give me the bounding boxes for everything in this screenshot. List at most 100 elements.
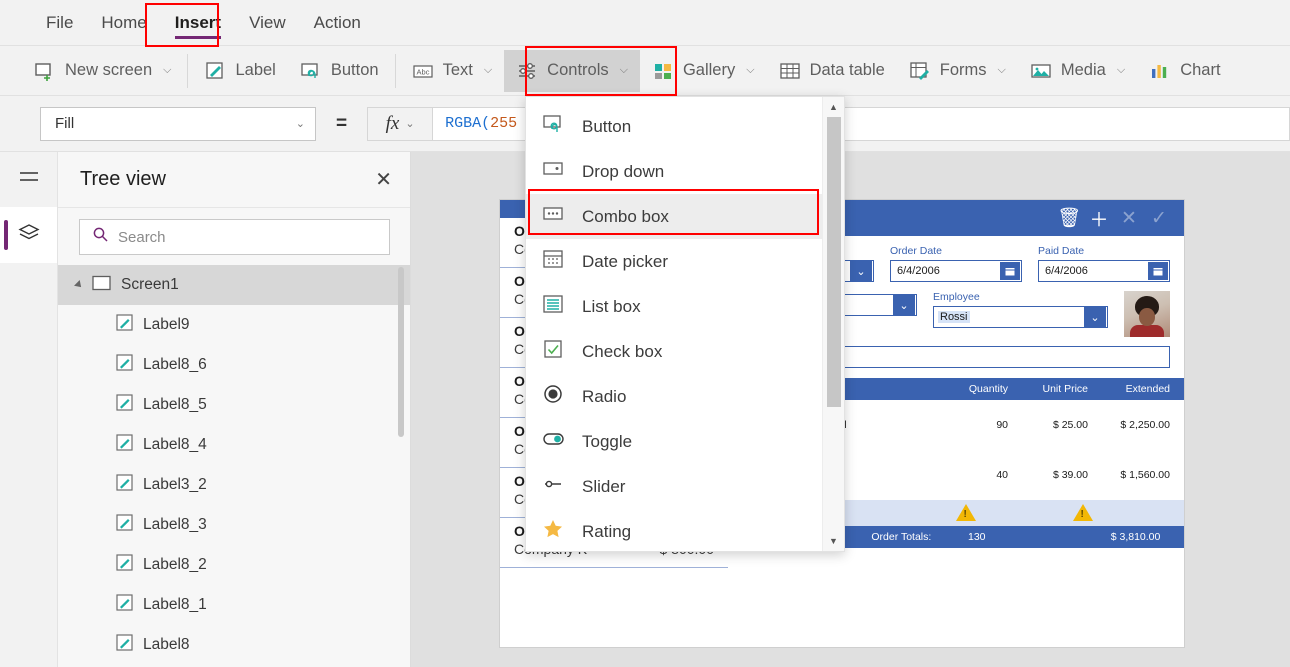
button-icon [300,60,322,82]
menu-item-date-picker[interactable]: Date picker [526,239,822,284]
chart-icon [1149,60,1171,82]
field-label: Paid Date [1038,245,1085,257]
tree-item-label9[interactable]: Label9 [58,305,410,345]
menu-item-radio[interactable]: Radio [526,374,822,419]
paid-date-input[interactable]: 6/4/2006 [1038,260,1170,282]
tree-item-label8-1[interactable]: Label8_1 [58,585,410,625]
totals-extended: $ 3,810.00 [1110,531,1161,543]
menu-item-check-box[interactable]: Check box [526,329,822,374]
tree-scrollbar[interactable] [398,267,404,437]
tree-item-label: Label8_2 [143,556,207,573]
scroll-up-icon[interactable]: ▲ [823,97,844,117]
label-icon [116,393,134,417]
menu-item-home[interactable]: Home [87,0,160,46]
tree-item-label8-2[interactable]: Label8_2 [58,545,410,585]
tree-item-label8-3[interactable]: Label8_3 [58,505,410,545]
order-date-input[interactable]: 6/4/2006 [890,260,1022,282]
menu-item-toggle[interactable]: Toggle [526,419,822,464]
field-label: Order Date [890,245,942,257]
chevron-down-icon[interactable]: ⌄ [1084,307,1106,327]
label-icon [116,353,134,377]
field-value: Rossi [938,311,970,323]
ribbon-button-button[interactable]: Button [288,50,391,92]
warning-icon: ! [1073,504,1093,521]
menu-item-label: Drop down [582,161,665,181]
screen-icon [92,275,112,296]
cancel-icon[interactable]: ✕ [1114,207,1144,230]
chevron-down-icon: ⌵ [746,64,755,76]
confirm-icon[interactable]: ✓ [1144,207,1174,230]
ribbon-divider [394,53,396,88]
menu-item-label: Date picker [582,251,668,271]
field-paid-date: Paid Date 6/4/2006 [1038,245,1170,282]
chevron-down-icon[interactable]: ⌄ [850,261,872,281]
ribbon-label-button[interactable]: Label [192,50,287,92]
ribbon-text-button[interactable]: Abc Text ⌵ [400,50,505,92]
search-wrapper: Search [58,208,410,265]
menu-item-combo-box[interactable]: Combo box [526,194,822,239]
menu-item-label: Toggle [582,431,633,451]
ribbon-data-table-button[interactable]: Data table [767,50,897,92]
chevron-down-icon[interactable] [74,280,84,290]
cell-quantity: 90 [996,419,1008,431]
search-input[interactable]: Search [79,219,390,255]
tree-item-label: Label8_1 [143,596,207,613]
left-rail [0,152,58,667]
radio-icon [542,383,566,410]
controls-menu-list: Button Drop down Combo box Date picker L… [526,97,822,551]
search-placeholder: Search [118,228,166,246]
scrollbar-thumb[interactable] [827,117,841,407]
tree-item-label8[interactable]: Label8 [58,625,410,665]
ribbon-new-screen-button[interactable]: New screen ⌵ [22,50,183,92]
ribbon-media-button[interactable]: Media ⌵ [1018,50,1137,92]
totals-quantity: 130 [968,531,986,543]
ribbon-controls-button[interactable]: Controls ⌵ [504,49,640,92]
scroll-down-icon[interactable]: ▼ [823,531,844,551]
menu-item-view[interactable]: View [235,0,300,46]
menu-item-action[interactable]: Action [300,0,375,46]
field-employee: Employee Rossi ⌄ [933,291,1108,337]
calendar-icon[interactable] [1148,262,1168,280]
fx-icon: fx [385,112,400,134]
checkbox-icon [542,338,566,365]
close-icon[interactable]: ✕ [375,170,392,190]
label-icon [116,633,134,657]
hamburger-menu-button[interactable] [0,152,57,207]
formula-number-token: 255 [490,115,518,132]
employee-dropdown[interactable]: Rossi ⌄ [933,306,1108,328]
menu-item-label: Button [582,116,632,136]
ribbon-chart-button[interactable]: Chart [1137,50,1232,92]
menu-item-label: Combo box [582,206,669,226]
menu-item-file[interactable]: File [32,0,87,46]
add-icon[interactable]: ＋ [1084,205,1114,232]
ribbon-media-label: Media [1060,61,1106,79]
label-icon [116,513,134,537]
menu-item-drop-down[interactable]: Drop down [526,149,822,194]
ribbon-gallery-button[interactable]: Gallery ⌵ [640,50,767,92]
tree-item-label8-6[interactable]: Label8_6 [58,345,410,385]
tree-item-screen1[interactable]: Screen1 [58,265,410,305]
menu-item-insert[interactable]: Insert [161,0,235,46]
tree-item-label: Label8_5 [143,396,207,413]
ribbon-forms-button[interactable]: Forms ⌵ [897,50,1018,92]
fx-button[interactable]: fx ⌄ [367,106,434,141]
tree-item-label: Label8_4 [143,436,207,453]
menu-item-label: List box [582,296,641,316]
calendar-icon[interactable] [1000,262,1020,280]
chevron-down-icon[interactable]: ⌄ [893,295,915,315]
tree-item-label8-5[interactable]: Label8_5 [58,385,410,425]
menu-item-slider[interactable]: Slider [526,464,822,509]
cell-unit-price: $ 25.00 [1052,419,1088,431]
dropdown-scrollbar[interactable]: ▲ ▼ [822,97,844,551]
tree-item-label3-2[interactable]: Label3_2 [58,465,410,505]
powerapps-studio-window: File Home Insert View Action New screen … [0,0,1290,667]
property-selector[interactable]: Fill ⌄ [40,106,316,141]
warning-icon: ! [956,504,976,521]
menu-item-button[interactable]: Button [526,104,822,149]
tree-item-label8-4[interactable]: Label8_4 [58,425,410,465]
menu-item-rating[interactable]: Rating [526,509,822,554]
rail-tab-tree-view[interactable] [0,207,57,263]
employee-photo [1124,291,1170,337]
delete-icon[interactable]: 🗑 [1054,206,1084,230]
menu-item-list-box[interactable]: List box [526,284,822,329]
